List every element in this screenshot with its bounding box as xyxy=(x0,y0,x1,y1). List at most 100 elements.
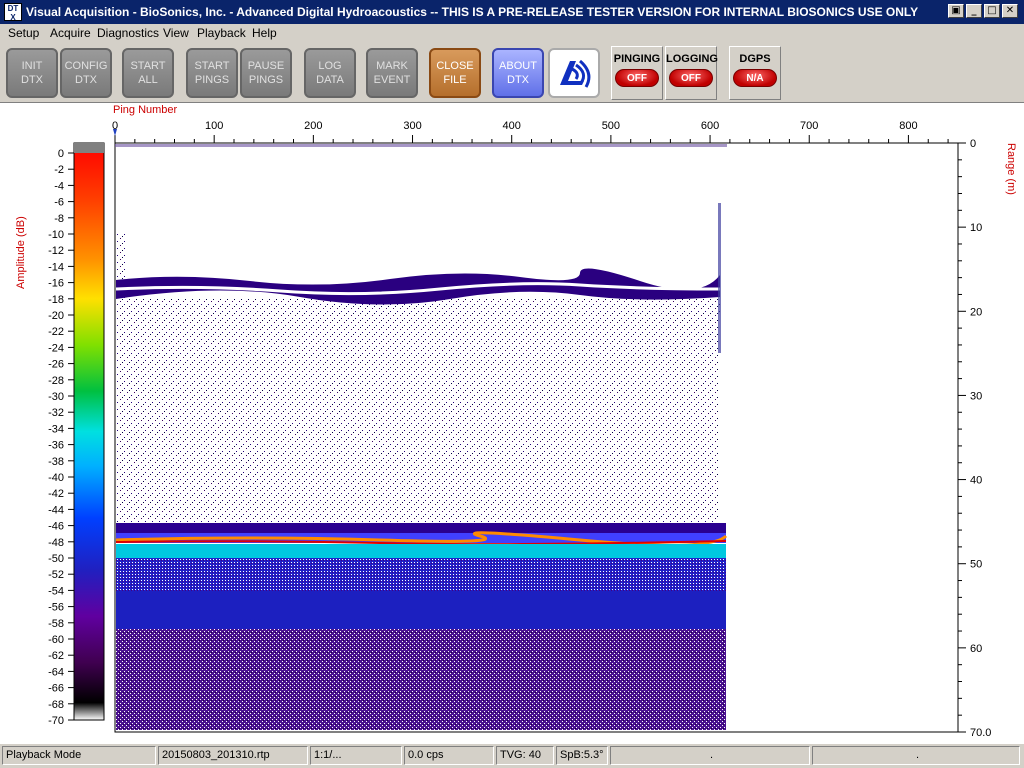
menu-setup[interactable]: Setup xyxy=(8,26,39,40)
amp-tick-label: -52 xyxy=(48,569,64,581)
amp-tick-label: -34 xyxy=(48,423,64,435)
amp-tick-label: -54 xyxy=(48,585,64,597)
dgps-label: DGPS xyxy=(739,53,771,65)
maximize-icon[interactable]: □ xyxy=(984,4,1000,18)
x-axis-title: Ping Number xyxy=(113,104,178,116)
amp-tick-label: -22 xyxy=(48,326,64,338)
amp-tick-label: -42 xyxy=(48,488,64,500)
amp-tick-label: -28 xyxy=(48,375,64,387)
button-line1: START xyxy=(130,60,166,72)
config-dtx-button[interactable]: CONFIG DTX xyxy=(60,48,112,98)
amp-tick-label: -48 xyxy=(48,537,64,549)
pause-pings-button[interactable]: PAUSE PINGS xyxy=(240,48,292,98)
button-line1: CLOSE xyxy=(436,60,474,72)
ping-tick-label: 400 xyxy=(503,120,521,132)
range-tick-label: 50 xyxy=(970,559,982,571)
ping-tick-label: 200 xyxy=(304,120,322,132)
menu-playback[interactable]: Playback xyxy=(197,26,246,40)
amp-tick-label: -24 xyxy=(48,342,64,354)
range-axis-ticks: 0 10 20 30 40 50 60 70.0 xyxy=(958,138,991,739)
range-tick-label: 0 xyxy=(970,138,976,150)
start-all-button[interactable]: START ALL xyxy=(122,48,174,98)
menu-acquire[interactable]: Acquire xyxy=(50,26,91,40)
range-tick-label: 60 xyxy=(970,643,982,655)
range-tick-label: 70.0 xyxy=(970,727,991,739)
biosonics-logo-icon xyxy=(560,59,591,88)
window-title: Visual Acquisition - BioSonics, Inc. - A… xyxy=(26,5,919,19)
range-tick-label: 40 xyxy=(970,475,982,487)
button-line2: PINGS xyxy=(194,74,230,86)
status-field-7: . xyxy=(610,746,810,765)
init-dtx-button[interactable]: INIT DTX xyxy=(6,48,58,98)
button-line2: DTX xyxy=(507,74,529,86)
minimize-icon[interactable]: _ xyxy=(966,4,982,18)
range-tick-label: 30 xyxy=(970,390,982,402)
range-tick-label: 20 xyxy=(970,306,982,318)
ping-tick-label: 700 xyxy=(800,120,818,132)
amp-tick-label: -30 xyxy=(48,391,64,403)
close-icon[interactable]: ✕ xyxy=(1002,4,1018,18)
amp-tick-label: -18 xyxy=(48,294,64,306)
amp-tick-label: -10 xyxy=(48,229,64,241)
button-line2: DTX xyxy=(21,74,43,86)
menu-view[interactable]: View xyxy=(163,26,189,40)
status-spb: SpB:5.3° xyxy=(556,746,608,765)
app-icon[interactable]: DT X xyxy=(4,3,22,22)
amp-tick-label: -16 xyxy=(48,278,64,290)
amp-tick-label: -4 xyxy=(54,180,64,192)
amp-tick-label: -2 xyxy=(54,164,64,176)
range-tick-label: 10 xyxy=(970,222,982,234)
button-line1: START xyxy=(194,60,230,72)
range-axis-title: Range (m) xyxy=(1005,143,1017,195)
button-line2: DTX xyxy=(75,74,97,86)
ping-tick-label: 800 xyxy=(899,120,917,132)
amp-tick-label: -60 xyxy=(48,634,64,646)
amp-tick-label: -26 xyxy=(48,359,64,371)
pinging-label: PINGING xyxy=(613,53,661,65)
log-data-button[interactable]: LOG DATA xyxy=(304,48,356,98)
dgps-indicator: DGPS N/A xyxy=(729,46,781,100)
button-line2: DATA xyxy=(316,74,344,86)
about-dtx-button[interactable]: ABOUT DTX xyxy=(492,48,544,98)
amp-tick-label: -56 xyxy=(48,602,64,614)
ping-marker-icon[interactable] xyxy=(113,129,117,136)
restore-icon[interactable]: ▣ xyxy=(948,4,964,18)
ping-tick-label: 500 xyxy=(602,120,620,132)
amp-tick-label: -50 xyxy=(48,553,64,565)
toolbar: INIT DTX CONFIG DTX START ALL START PINGS PA… xyxy=(0,42,1024,103)
amp-tick-label: -38 xyxy=(48,456,64,468)
ping-tick-label: 100 xyxy=(205,120,223,132)
amplitude-axis-title: Amplitude (dB) xyxy=(15,216,27,289)
button-line1: LOG xyxy=(318,60,342,72)
pinging-indicator: PINGING OFF xyxy=(611,46,663,100)
amp-tick-label: -46 xyxy=(48,521,64,533)
ping-tick-label: 300 xyxy=(403,120,421,132)
amplitude-ticks: 0 -2 -4 -6 -8 -10 -12 -14 -16 -18 -20 -22 -24 -26 -28 -… xyxy=(48,148,74,727)
status-field-8: . xyxy=(812,746,1020,765)
logging-indicator: LOGGING OFF xyxy=(665,46,718,100)
amp-tick-label: -44 xyxy=(48,504,64,516)
start-pings-button[interactable]: START PINGS xyxy=(186,48,238,98)
button-line2: PINGS xyxy=(248,74,284,86)
button-line2: FILE xyxy=(443,74,467,86)
mark-event-button[interactable]: MARK EVENT xyxy=(366,48,418,98)
logging-state: OFF xyxy=(669,69,713,87)
status-mode: Playback Mode xyxy=(2,746,156,765)
amp-tick-label: -62 xyxy=(48,650,64,662)
echogram-chart[interactable]: Ping Number Amplitude (dB) Range (m) 0 -2… xyxy=(0,103,1024,744)
pinging-state: OFF xyxy=(615,69,659,87)
amp-tick-label: -20 xyxy=(48,310,64,322)
menu-diagnostics[interactable]: Diagnostics xyxy=(97,26,159,40)
button-line1: PAUSE xyxy=(247,60,285,72)
menu-bar: Setup Acquire Diagnostics View Playback … xyxy=(0,24,1024,42)
ping-tick-label: 600 xyxy=(701,120,719,132)
button-line1: ABOUT xyxy=(499,60,537,72)
amp-tick-label: -8 xyxy=(54,213,64,225)
amp-tick-label: -40 xyxy=(48,472,64,484)
menu-help[interactable]: Help xyxy=(252,26,277,40)
button-line1: INIT xyxy=(21,60,43,72)
status-tvg: TVG: 40 xyxy=(496,746,554,765)
status-cps: 0.0 cps xyxy=(404,746,494,765)
close-file-button[interactable]: CLOSE FILE xyxy=(429,48,481,98)
biosonics-logo-button[interactable] xyxy=(548,48,600,98)
